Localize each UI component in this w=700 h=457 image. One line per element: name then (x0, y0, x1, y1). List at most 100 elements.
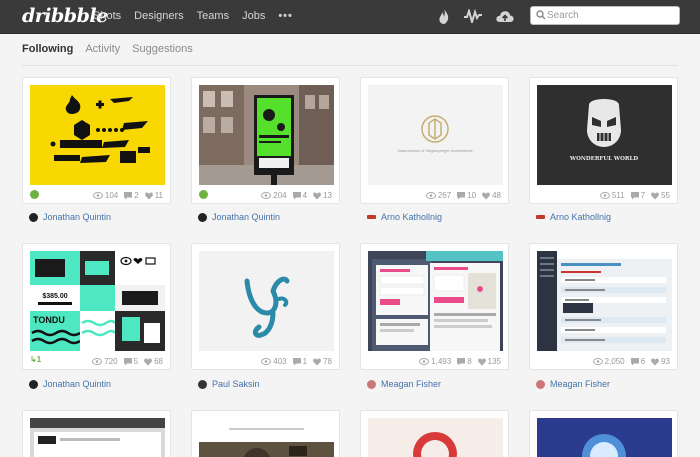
shot-stats: 1,493 8 135 (419, 357, 501, 366)
shot-thumbnail[interactable]: Kastenhuber & Siegelsperger Investments (368, 85, 503, 185)
comment-icon (457, 357, 466, 365)
rebound-badge[interactable] (30, 190, 39, 199)
like-count: 11 (154, 191, 163, 200)
rebound-badge[interactable] (199, 190, 208, 199)
comment-icon (457, 191, 466, 199)
flame-icon[interactable] (438, 8, 450, 24)
shot-card[interactable]: 204 4 13 (191, 77, 340, 204)
eye-icon (261, 192, 272, 199)
shot-author[interactable]: Arno Kathollnig (536, 212, 611, 222)
shot-thumbnail[interactable] (199, 85, 334, 185)
shot-thumbnail[interactable] (199, 418, 334, 457)
top-bar: dribbble Shots Designers Teams Jobs ••• (0, 0, 700, 34)
shot-card[interactable] (191, 410, 340, 457)
shot-thumbnail[interactable] (537, 251, 672, 351)
tab-following[interactable]: Following (22, 43, 73, 55)
author-name[interactable]: Arno Kathollnig (550, 212, 611, 222)
author-name[interactable]: Meagan Fisher (381, 379, 441, 389)
view-count: 2,050 (604, 357, 625, 366)
nav-shots[interactable]: Shots (93, 10, 121, 22)
avatar[interactable] (29, 212, 38, 222)
shot-card[interactable] (360, 410, 509, 457)
comment-icon (292, 191, 301, 199)
like-count: 68 (154, 357, 163, 366)
author-name[interactable]: Jonathan Quintin (212, 212, 280, 222)
shot-thumbnail[interactable] (368, 418, 503, 457)
avatar[interactable] (29, 379, 38, 389)
heart-icon (144, 358, 153, 365)
view-count: 104 (104, 191, 119, 200)
shot-stats: 104 2 11 (92, 191, 163, 200)
shot-author[interactable]: Arno Kathollnig (367, 212, 442, 222)
author-name[interactable]: Paul Saksin (212, 379, 260, 389)
eye-icon (599, 192, 610, 199)
comment-count: 7 (640, 191, 646, 200)
comment-count: 6 (640, 357, 646, 366)
comment-icon (630, 357, 639, 365)
shot-card[interactable]: WONDERFUL WORLD 511 7 55 (529, 77, 678, 204)
shot-card[interactable] (529, 410, 678, 457)
heart-icon (313, 192, 322, 199)
author-name[interactable]: Jonathan Quintin (43, 379, 111, 389)
upload-cloud-icon[interactable] (496, 9, 514, 23)
shot-author[interactable]: Paul Saksin (198, 379, 260, 389)
tab-activity[interactable]: Activity (85, 43, 120, 55)
shot-card[interactable]: 403 1 78 (191, 243, 340, 370)
shot-card[interactable]: 2,050 6 93 (529, 243, 678, 370)
shot-author[interactable]: Jonathan Quintin (29, 379, 111, 389)
avatar[interactable] (367, 215, 376, 219)
eye-icon (592, 358, 603, 365)
shot-thumbnail[interactable]: WONDERFUL WORLD (537, 85, 672, 185)
like-count: 55 (661, 191, 670, 200)
nav-jobs[interactable]: Jobs (242, 10, 265, 22)
shot-thumbnail[interactable] (368, 251, 503, 351)
like-count: 135 (487, 357, 501, 366)
shot-author[interactable]: Meagan Fisher (536, 379, 610, 389)
shot-author[interactable]: Meagan Fisher (367, 379, 441, 389)
like-count: 13 (323, 191, 332, 200)
author-name[interactable]: Meagan Fisher (550, 379, 610, 389)
shot-thumbnail[interactable] (537, 418, 672, 457)
nav-teams[interactable]: Teams (197, 10, 229, 22)
shot-thumbnail[interactable] (30, 418, 165, 457)
thumb-caption: WONDERFUL WORLD (569, 156, 638, 162)
heart-icon (144, 192, 153, 199)
shot-thumbnail[interactable]: $385.00 TONDU (30, 251, 165, 351)
feed-tabs: Following Activity Suggestions (22, 43, 193, 55)
eye-icon (92, 358, 103, 365)
rebound-count[interactable]: ↳1 (30, 355, 41, 364)
heart-icon (651, 358, 660, 365)
shot-stats: 403 1 78 (261, 357, 332, 366)
author-name[interactable]: Arno Kathollnig (381, 212, 442, 222)
shot-thumbnail[interactable] (199, 251, 334, 351)
shot-card[interactable]: $385.00 TONDU ↳1 720 5 68 (22, 243, 171, 370)
shot-stats: 2,050 6 93 (592, 357, 670, 366)
comment-count: 1 (302, 357, 308, 366)
author-name[interactable]: Jonathan Quintin (43, 212, 111, 222)
avatar[interactable] (536, 215, 545, 219)
shot-card[interactable]: 1,493 8 135 (360, 243, 509, 370)
shot-thumbnail[interactable] (30, 85, 165, 185)
shot-stats: 511 7 55 (599, 191, 670, 200)
shot-author[interactable]: Jonathan Quintin (198, 212, 280, 222)
comment-icon (292, 357, 301, 365)
avatar[interactable] (198, 379, 207, 389)
activity-icon[interactable] (464, 9, 482, 23)
main-nav: Shots Designers Teams Jobs ••• (93, 10, 293, 22)
shot-author[interactable]: Jonathan Quintin (29, 212, 111, 222)
nav-more[interactable]: ••• (278, 10, 293, 22)
avatar[interactable] (367, 379, 376, 389)
search-box[interactable] (530, 6, 680, 25)
shot-card[interactable]: Kastenhuber & Siegelsperger Investments … (360, 77, 509, 204)
avatar[interactable] (198, 212, 207, 222)
shot-card[interactable]: 104 2 11 (22, 77, 171, 204)
comment-count: 4 (302, 191, 308, 200)
heart-icon (482, 192, 491, 199)
avatar[interactable] (536, 379, 545, 389)
nav-designers[interactable]: Designers (134, 10, 184, 22)
tab-suggestions[interactable]: Suggestions (132, 43, 193, 55)
tab-divider (22, 65, 678, 66)
shot-card[interactable] (22, 410, 171, 457)
search-input[interactable] (547, 8, 675, 23)
eye-icon (425, 192, 436, 199)
